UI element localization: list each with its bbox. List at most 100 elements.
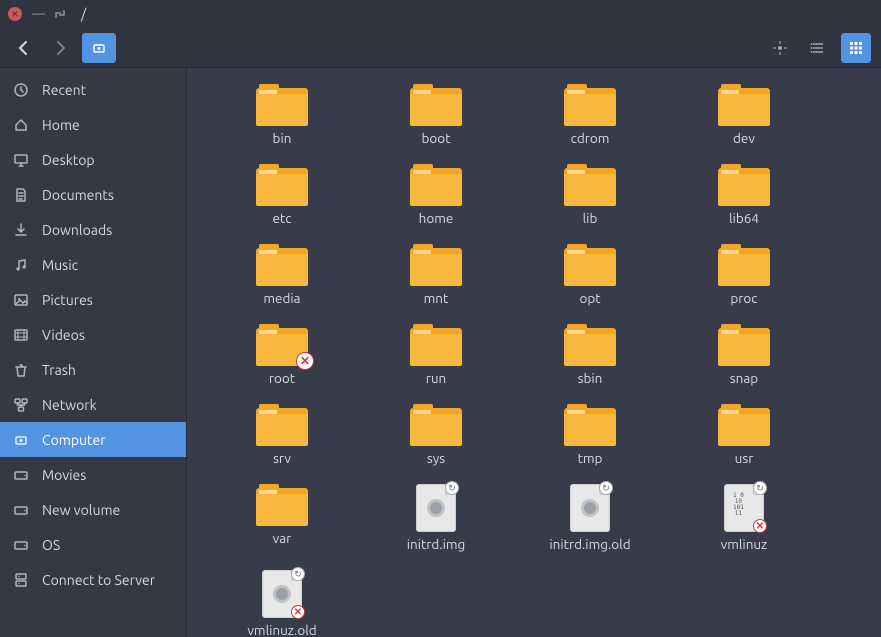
file-item[interactable]: var [205, 480, 359, 560]
file-item[interactable]: 1 01010111↻✕ vmlinuz [667, 480, 821, 560]
sidebar-item-network[interactable]: Network [0, 387, 186, 422]
sidebar-item-recent[interactable]: Recent [0, 72, 186, 107]
toolbar [0, 28, 881, 68]
folder-icon [718, 324, 770, 366]
sidebar-item-music[interactable]: Music [0, 247, 186, 282]
file-item[interactable]: mnt [359, 240, 513, 314]
symlink-badge-icon: ↻ [599, 481, 613, 495]
window-close-button[interactable]: ✕ [8, 7, 22, 21]
sidebar-item-desktop[interactable]: Desktop [0, 142, 186, 177]
sidebar: RecentHomeDesktop Documents DownloadsMusic… [0, 68, 187, 637]
file-item[interactable]: proc [667, 240, 821, 314]
folder-icon: ✕ [256, 324, 308, 366]
file-label: proc [730, 290, 757, 306]
file-label: initrd.img [407, 536, 466, 552]
sidebar-item-os[interactable]: OS [0, 527, 186, 562]
file-label: sbin [578, 370, 603, 386]
file-label: mnt [424, 290, 449, 306]
sidebar-item-label: Pictures [42, 292, 93, 308]
file-label: sys [427, 450, 445, 466]
sidebar-item-movies[interactable]: Movies [0, 457, 186, 492]
file-label: srv [273, 450, 291, 466]
file-item[interactable]: opt [513, 240, 667, 314]
folder-icon [718, 84, 770, 126]
sidebar-item-label: Computer [42, 432, 106, 448]
file-item[interactable]: run [359, 320, 513, 394]
window-maximize-button[interactable] [55, 9, 65, 19]
folder-icon [564, 244, 616, 286]
file-item[interactable]: media [205, 240, 359, 314]
sidebar-item-newvol[interactable]: New volume [0, 492, 186, 527]
file-item[interactable]: snap [667, 320, 821, 394]
sidebar-item-label: Videos [42, 327, 85, 343]
sidebar-item-label: New volume [42, 502, 120, 518]
back-button[interactable] [10, 36, 38, 60]
document-icon [12, 187, 30, 203]
sidebar-item-pictures[interactable]: Pictures [0, 282, 186, 317]
grid-view-button[interactable] [841, 33, 871, 63]
location-icon[interactable] [765, 33, 795, 63]
file-item[interactable]: lib64 [667, 160, 821, 234]
file-item[interactable]: srv [205, 400, 359, 474]
file-item[interactable]: boot [359, 80, 513, 154]
file-item[interactable]: sys [359, 400, 513, 474]
sidebar-item-videos[interactable]: Videos [0, 317, 186, 352]
sidebar-item-home[interactable]: Home [0, 107, 186, 142]
file-item[interactable]: home [359, 160, 513, 234]
file-label: run [426, 370, 447, 386]
folder-icon [410, 244, 462, 286]
sidebar-item-downloads[interactable]: Downloads [0, 212, 186, 247]
file-item[interactable]: lib [513, 160, 667, 234]
file-label: lib64 [729, 210, 759, 226]
folder-icon [256, 164, 308, 206]
file-icon: ↻ [416, 484, 456, 532]
download-icon [12, 222, 30, 238]
sidebar-item-connect[interactable]: Connect to Server [0, 562, 186, 597]
folder-icon [718, 244, 770, 286]
window-minimize-button[interactable]: — [32, 7, 45, 21]
file-item[interactable]: ↻ initrd.img [359, 480, 513, 560]
sidebar-item-label: OS [42, 537, 60, 553]
file-item[interactable]: cdrom [513, 80, 667, 154]
titlebar: ✕ — / [0, 0, 881, 28]
trash-icon [12, 362, 30, 378]
sidebar-item-documents[interactable]: Documents [0, 177, 186, 212]
file-item[interactable]: dev [667, 80, 821, 154]
folder-icon [410, 164, 462, 206]
server-icon [12, 572, 30, 588]
sidebar-item-label: Documents [42, 187, 114, 203]
folder-icon [718, 164, 770, 206]
file-item[interactable]: etc [205, 160, 359, 234]
clock-icon [12, 82, 30, 98]
path-root-button[interactable] [82, 33, 116, 63]
folder-icon [564, 404, 616, 446]
sidebar-item-label: Movies [42, 467, 86, 483]
sidebar-item-label: Trash [42, 362, 76, 378]
denied-badge-icon: ✕ [296, 352, 314, 370]
symlink-badge-icon: ↻ [291, 567, 305, 581]
forward-button[interactable] [46, 36, 74, 60]
music-icon [12, 257, 30, 273]
file-icon: 1 01010111↻✕ [724, 484, 764, 532]
file-icon: ↻✕ [262, 570, 302, 618]
file-item[interactable]: ✕root [205, 320, 359, 394]
folder-icon [410, 84, 462, 126]
file-item[interactable]: sbin [513, 320, 667, 394]
file-item[interactable]: tmp [513, 400, 667, 474]
computer-icon [12, 432, 30, 448]
folder-icon [564, 324, 616, 366]
network-icon [12, 397, 30, 413]
list-view-button[interactable] [803, 33, 833, 63]
file-label: var [273, 530, 292, 546]
file-item[interactable]: bin [205, 80, 359, 154]
folder-icon [718, 404, 770, 446]
file-label: vmlinuz [721, 536, 768, 552]
sidebar-item-label: Network [42, 397, 97, 413]
file-item[interactable]: usr [667, 400, 821, 474]
file-item[interactable]: ↻✕vmlinuz.old [205, 566, 359, 637]
folder-icon [564, 84, 616, 126]
sidebar-item-computer[interactable]: Computer [0, 422, 186, 457]
picture-icon [12, 292, 30, 308]
sidebar-item-trash[interactable]: Trash [0, 352, 186, 387]
file-item[interactable]: ↻initrd.img.old [513, 480, 667, 560]
